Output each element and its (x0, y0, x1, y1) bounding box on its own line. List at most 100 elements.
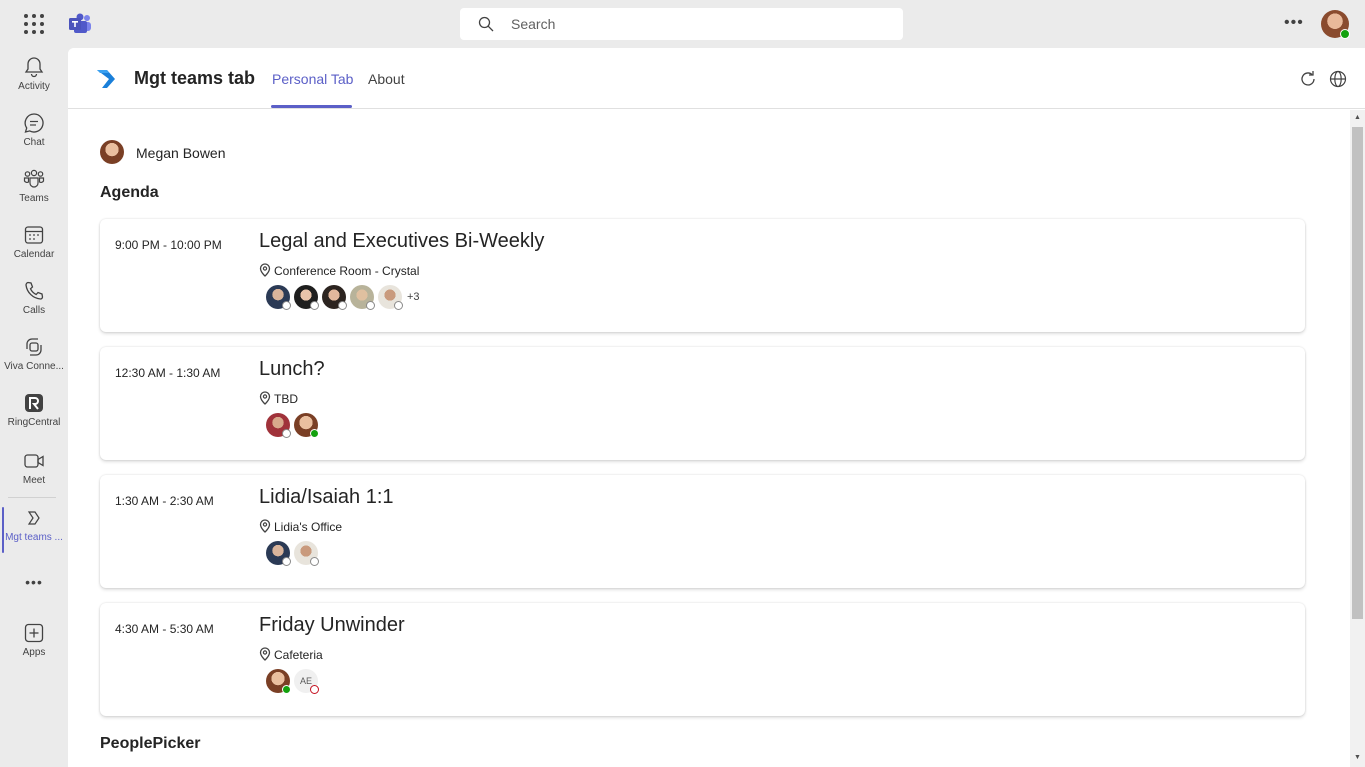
tab-about[interactable]: About (368, 71, 405, 87)
attendee-avatar[interactable] (266, 669, 291, 694)
attendee-initials: AE (299, 676, 312, 686)
agenda-event[interactable]: 4:30 AM - 5:30 AM Friday Unwinder Cafete… (100, 603, 1305, 716)
more-attendees-count[interactable]: +3 (407, 291, 420, 303)
app-logo-icon (97, 70, 115, 88)
app-title: Mgt teams tab (134, 68, 256, 88)
viva-connections-icon (26, 338, 42, 356)
event-subject: Lidia/Isaiah 1:1 (259, 486, 394, 508)
tab-personal-tab[interactable]: Personal Tab (272, 71, 353, 87)
attendee-avatar[interactable] (294, 285, 319, 310)
event-time: 4:30 AM - 5:30 AM (115, 622, 214, 636)
rail-item-label: Activity (18, 81, 50, 92)
event-time: 12:30 AM - 1:30 AM (115, 366, 221, 380)
event-subject: Friday Unwinder (259, 614, 405, 636)
presence-offline-icon (282, 301, 291, 310)
presence-offline-icon (310, 301, 319, 310)
calendar-icon (24, 226, 44, 244)
rail-item-mgt-teams-tab[interactable]: Mgt teams ... (0, 507, 68, 559)
event-time: 9:00 PM - 10:00 PM (115, 238, 222, 252)
rail-item-label: Calendar (13, 249, 55, 260)
more-icon: ••• (25, 574, 43, 590)
presence-available-icon (310, 429, 319, 438)
app-header: Mgt teams tab Personal Tab About (68, 48, 1365, 109)
person-avatar (100, 140, 124, 164)
agenda-event[interactable]: 12:30 AM - 1:30 AM Lunch? TBD (100, 347, 1305, 460)
location-pin-icon (259, 391, 271, 405)
presence-available-icon (1340, 29, 1350, 39)
event-subject: Legal and Executives Bi-Weekly (259, 230, 545, 252)
rail-divider (8, 497, 56, 498)
top-bar: Search ••• (0, 0, 1365, 48)
rail-item-viva-connections[interactable]: Viva Conne... (0, 336, 68, 388)
event-location-text: Cafeteria (274, 648, 323, 662)
presence-offline-icon (282, 429, 291, 438)
scroll-down-arrow-icon[interactable]: ▼ (1354, 754, 1361, 761)
scroll-up-arrow-icon[interactable]: ▲ (1354, 114, 1361, 121)
person-name: Megan Bowen (136, 145, 226, 161)
app-content: Mgt teams tab Personal Tab About ▲ ▼ Meg… (68, 48, 1365, 767)
ringcentral-icon (25, 394, 43, 412)
rail-item-calls[interactable]: Calls (0, 280, 68, 332)
mgt-app-icon (27, 511, 40, 525)
presence-offline-icon (338, 301, 347, 310)
phone-icon (25, 281, 44, 300)
attendee-avatar[interactable] (294, 413, 319, 438)
app-launcher-icon[interactable] (24, 14, 44, 34)
rail-item-label: Chat (23, 137, 45, 148)
search-box[interactable]: Search (460, 8, 903, 40)
attendee-avatar[interactable] (378, 285, 403, 310)
rail-item-calendar[interactable]: Calendar (0, 224, 68, 276)
rail-item-label: RingCentral (7, 417, 61, 428)
attendee-initials-avatar[interactable]: AE (294, 669, 319, 694)
event-location-text: Lidia's Office (274, 520, 343, 534)
location-pin-icon (259, 519, 271, 533)
rail-item-label: Apps (22, 647, 46, 658)
rail-item-activity[interactable]: Activity (0, 56, 68, 108)
more-options-icon[interactable]: ••• (1284, 14, 1304, 32)
app-bar: Activity Chat Teams Calendar Calls Viva … (0, 48, 68, 767)
globe-icon[interactable] (1328, 69, 1348, 89)
agenda-title: Agenda (100, 184, 159, 201)
active-tab-indicator (271, 105, 352, 108)
rail-item-meet[interactable]: Meet (0, 450, 68, 502)
scrollbar-thumb[interactable] (1352, 127, 1363, 619)
rail-item-label: Teams (19, 193, 49, 204)
peoplepicker-title: PeoplePicker (100, 735, 201, 752)
attendee-avatar[interactable] (322, 285, 347, 310)
add-apps-icon (24, 623, 44, 643)
chat-icon (24, 113, 44, 133)
attendee-avatar[interactable] (350, 285, 375, 310)
event-location-text: TBD (274, 392, 298, 406)
bell-icon (24, 57, 44, 78)
event-location-text: Conference Room - Crystal (274, 264, 420, 278)
user-avatar[interactable] (1321, 10, 1350, 39)
presence-offline-icon (394, 301, 403, 310)
location-pin-icon (259, 263, 271, 277)
rail-more-apps[interactable]: ••• (0, 574, 68, 594)
search-icon (478, 16, 494, 32)
video-icon (24, 454, 44, 468)
attendee-avatar[interactable] (294, 541, 319, 566)
rail-item-teams[interactable]: Teams (0, 168, 68, 220)
attendee-avatar[interactable] (266, 541, 291, 566)
rail-item-ringcentral[interactable]: RingCentral (0, 392, 68, 444)
teams-icon (23, 169, 45, 188)
reload-icon[interactable] (1298, 69, 1318, 89)
rail-item-label: Viva Conne... (4, 361, 64, 372)
agenda-event[interactable]: 1:30 AM - 2:30 AM Lidia/Isaiah 1:1 Lidia… (100, 475, 1305, 588)
agenda-event[interactable]: 9:00 PM - 10:00 PM Legal and Executives … (100, 219, 1305, 332)
attendee-avatar[interactable] (266, 285, 291, 310)
presence-offline-icon (310, 557, 319, 566)
presence-offline-icon (310, 685, 319, 694)
rail-item-label: Calls (22, 305, 46, 316)
location-pin-icon (259, 647, 271, 661)
rail-item-chat[interactable]: Chat (0, 112, 68, 164)
presence-available-icon (282, 685, 291, 694)
presence-offline-icon (282, 557, 291, 566)
attendee-avatar[interactable] (266, 413, 291, 438)
event-subject: Lunch? (259, 358, 325, 380)
rail-item-label: Meet (22, 475, 46, 486)
event-time: 1:30 AM - 2:30 AM (115, 494, 214, 508)
rail-item-apps[interactable]: Apps (0, 622, 68, 674)
presence-offline-icon (366, 301, 375, 310)
